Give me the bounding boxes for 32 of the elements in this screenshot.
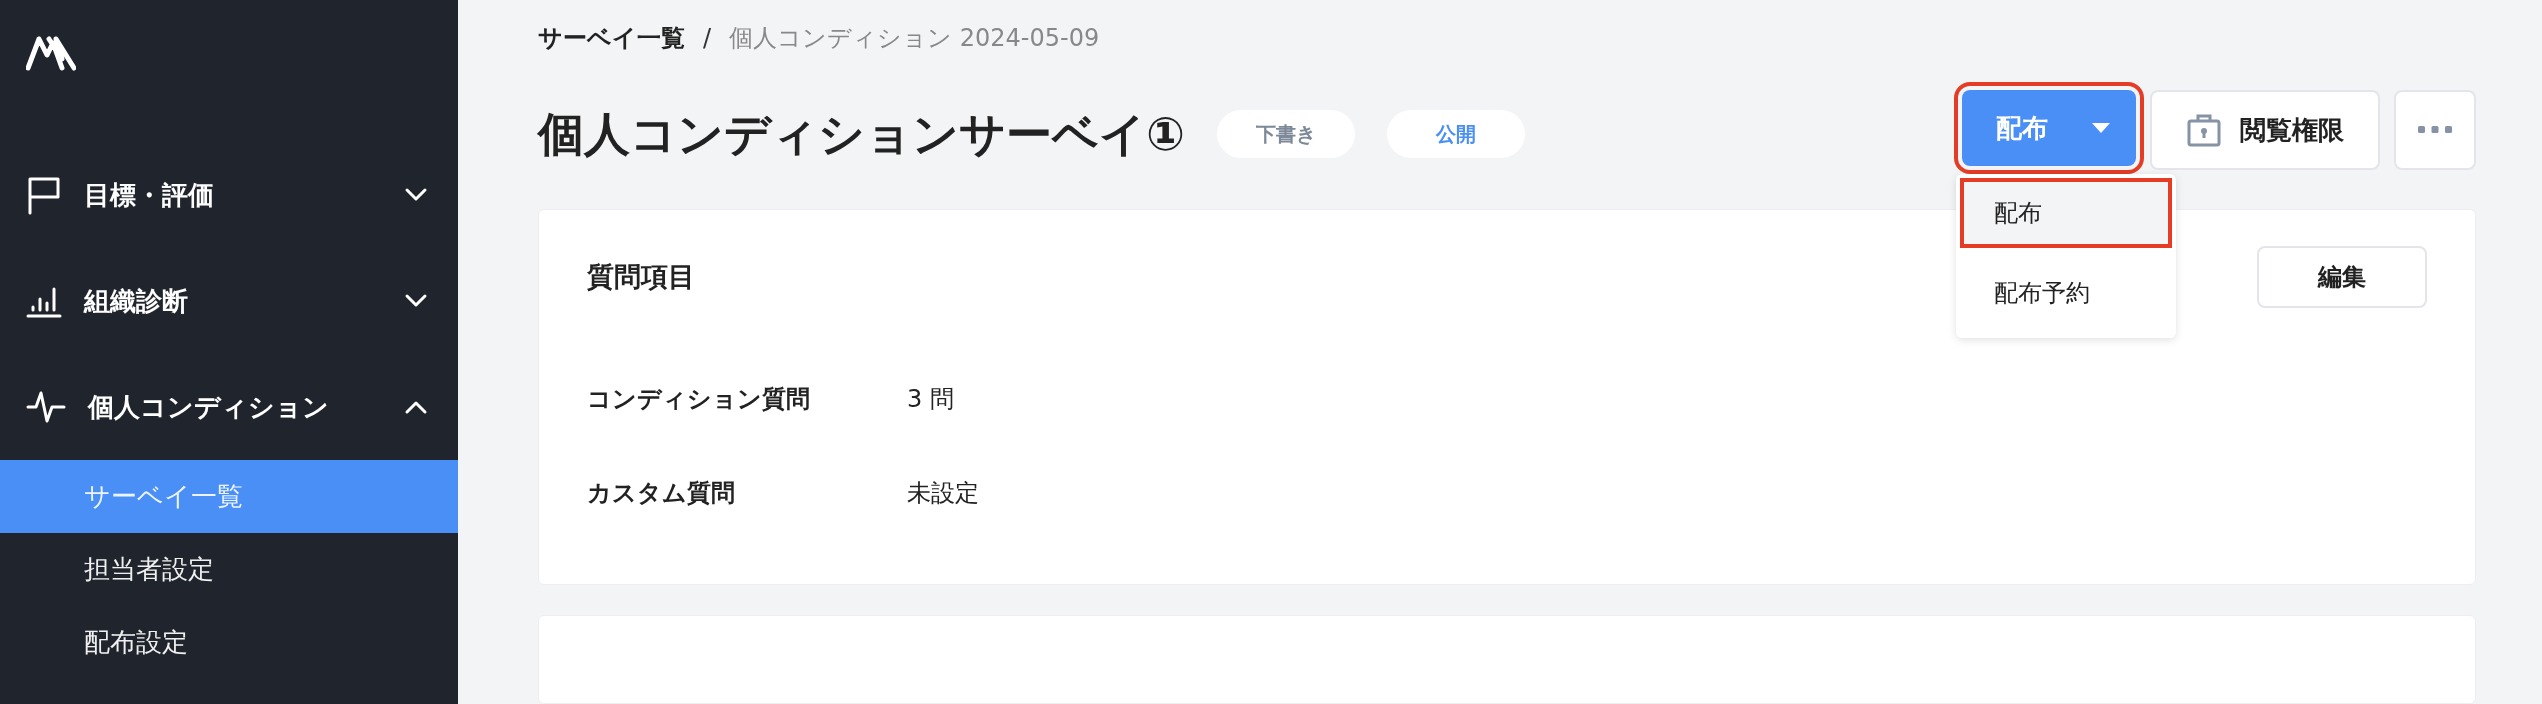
page-title: 個人コンディションサーベイ①	[538, 106, 1185, 162]
flag-icon	[26, 175, 62, 215]
sidebar-item[interactable]: 組織診断	[0, 248, 458, 354]
status-badge: 公開	[1386, 110, 1525, 158]
more-button[interactable]	[2394, 90, 2476, 170]
sidebar-item[interactable]: 目標・評価	[0, 142, 458, 248]
menu-item[interactable]: 配布	[1960, 178, 2172, 248]
field-label: カスタム質問	[587, 478, 736, 509]
caret-icon	[2092, 123, 2110, 133]
sidebar-item-label: 個人コンディション	[88, 390, 330, 424]
lock-icon	[2186, 112, 2222, 148]
chevron-up-icon	[404, 399, 428, 415]
field-value: 3 問	[907, 384, 954, 415]
breadcrumb-current: 個人コンディション 2024-05-09	[729, 23, 1100, 54]
edit-button[interactable]: 編集	[2257, 246, 2427, 308]
chevron-down-icon	[404, 187, 428, 203]
card-title: 質問項目	[587, 260, 695, 294]
field-value: 未設定	[907, 478, 979, 509]
logo-icon	[26, 35, 76, 71]
breadcrumb-link[interactable]: サーベイ一覧	[538, 22, 685, 54]
permissions-button[interactable]: 閲覧権限	[2150, 90, 2380, 170]
breadcrumb-separator: /	[703, 24, 712, 52]
chevron-down-icon	[404, 293, 428, 309]
sidebar-item[interactable]: 個人コンディション	[0, 354, 458, 460]
status-badge: 下書き	[1216, 110, 1355, 158]
more-icon	[2418, 126, 2452, 134]
pulse-icon	[26, 389, 66, 425]
sidebar-subitem[interactable]: 担当者設定	[0, 533, 458, 606]
sidebar-item-label: 組織診断	[84, 284, 189, 318]
sidebar-subitem[interactable]: 配布設定	[0, 606, 458, 679]
sidebar-item-label: 目標・評価	[84, 178, 215, 212]
field-label: コンディション質問	[587, 384, 811, 415]
